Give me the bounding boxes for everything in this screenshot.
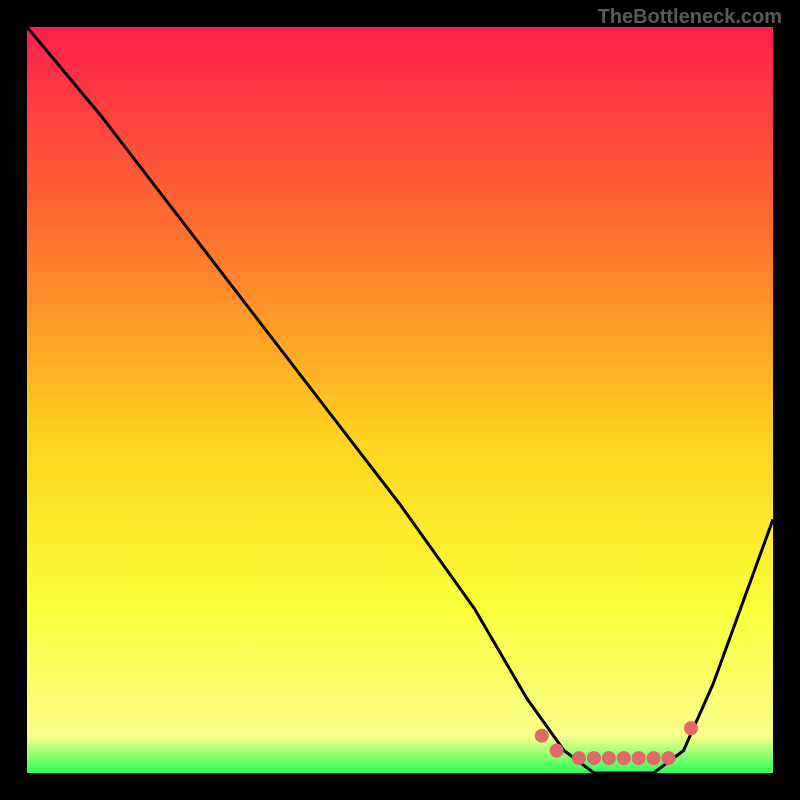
- optimal-marker: [550, 744, 564, 758]
- optimal-marker: [617, 751, 631, 765]
- optimal-marker: [647, 751, 661, 765]
- optimal-marker: [572, 751, 586, 765]
- chart-svg: [27, 27, 773, 773]
- optimal-marker: [684, 721, 698, 735]
- chart-plot-area: [27, 27, 773, 773]
- watermark-text: TheBottleneck.com: [598, 6, 782, 29]
- bottleneck-curve: [27, 27, 773, 773]
- optimal-marker: [535, 729, 549, 743]
- optimal-marker: [587, 751, 601, 765]
- optimal-marker: [602, 751, 616, 765]
- optimal-marker: [632, 751, 646, 765]
- optimal-marker: [662, 751, 676, 765]
